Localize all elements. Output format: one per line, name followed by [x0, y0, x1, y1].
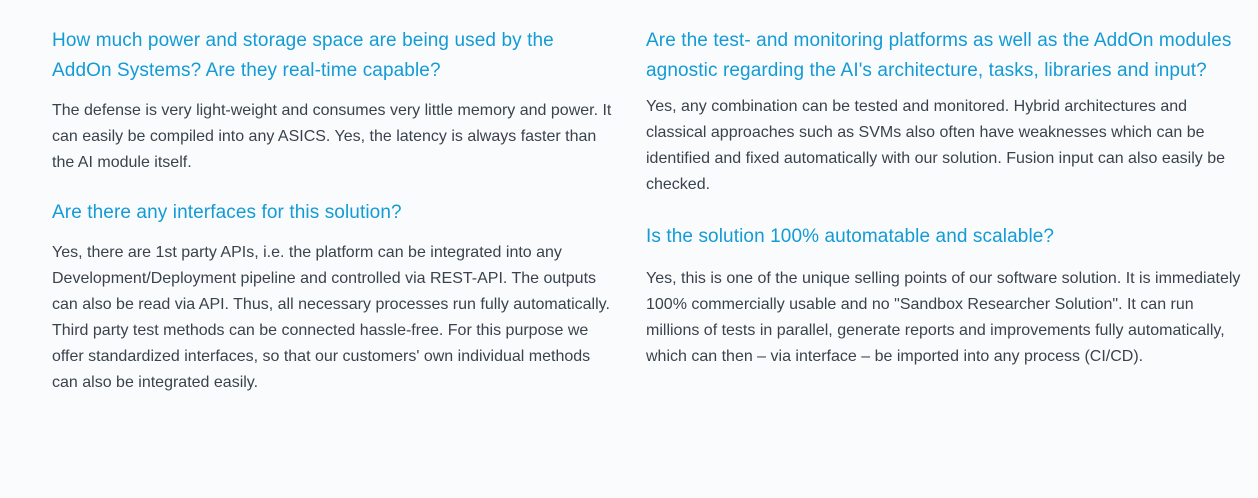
- faq-question: Are there any interfaces for this soluti…: [52, 202, 402, 223]
- faq-answer: Yes, there are 1st party APIs, i.e. the …: [52, 244, 610, 391]
- faq-answer: Yes, this is one of the unique selling p…: [646, 270, 1241, 365]
- faq-item-power-storage: How much power and storage space are bei…: [52, 26, 612, 176]
- faq-column-left: How much power and storage space are bei…: [52, 26, 612, 396]
- faq-answer: Yes, any combination can be tested and m…: [646, 98, 1225, 193]
- faq-question: Is the solution 100% automatable and sca…: [646, 226, 1055, 247]
- faq-question: How much power and storage space are bei…: [52, 30, 554, 81]
- faq-item-agnostic: Are the test- and monitoring platforms a…: [646, 26, 1246, 198]
- faq-item-interfaces: Are there any interfaces for this soluti…: [52, 198, 612, 396]
- faq-answer: The defense is very light-weight and con…: [52, 102, 612, 171]
- faq-section: How much power and storage space are bei…: [0, 0, 1258, 498]
- faq-column-right: Are the test- and monitoring platforms a…: [646, 26, 1246, 370]
- faq-question: Are the test- and monitoring platforms a…: [646, 30, 1232, 81]
- faq-item-automatable-scalable: Is the solution 100% automatable and sca…: [646, 222, 1246, 370]
